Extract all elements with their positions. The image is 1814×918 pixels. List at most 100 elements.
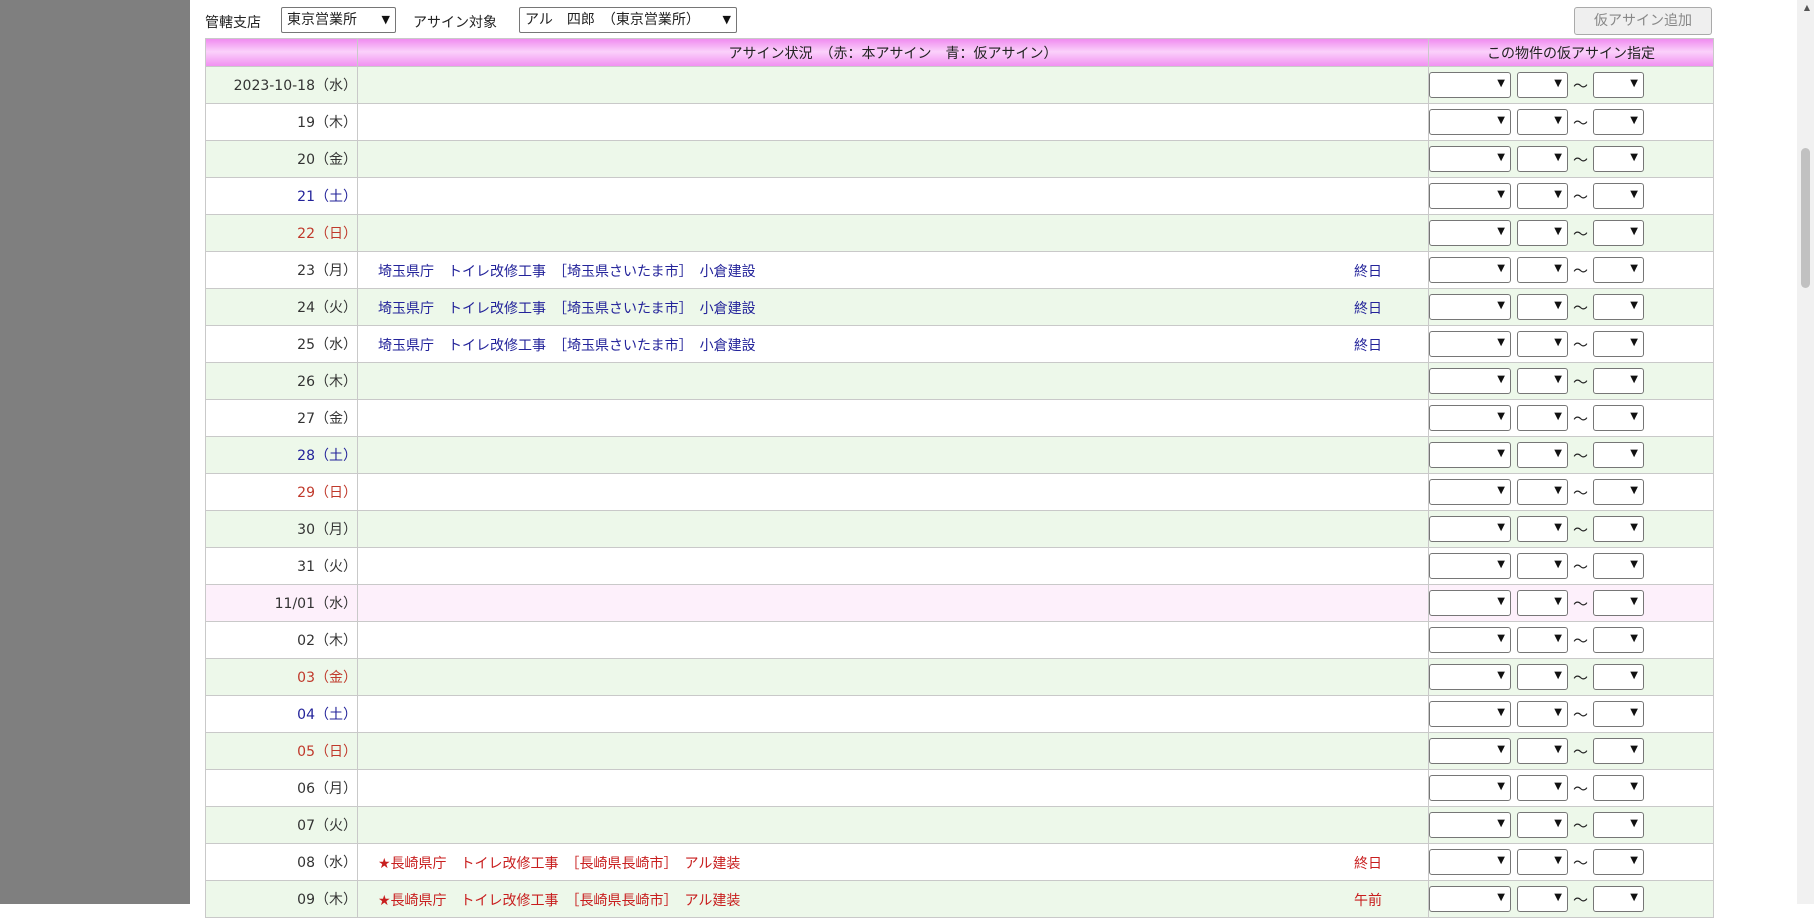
- end-time-select[interactable]: ▼: [1593, 72, 1644, 98]
- end-time-select[interactable]: ▼: [1593, 627, 1644, 653]
- end-time-select[interactable]: ▼: [1593, 479, 1644, 505]
- date-select[interactable]: ▼: [1429, 331, 1511, 357]
- provisional-assign-picker: ▼ ▼ ～ ▼: [1428, 399, 1714, 437]
- date-select[interactable]: ▼: [1429, 220, 1511, 246]
- start-time-select[interactable]: ▼: [1517, 738, 1568, 764]
- end-time-select[interactable]: ▼: [1593, 220, 1644, 246]
- assign-status-cell: [357, 399, 1429, 437]
- date-select[interactable]: ▼: [1429, 664, 1511, 690]
- date-select[interactable]: ▼: [1429, 627, 1511, 653]
- date-select[interactable]: ▼: [1429, 405, 1511, 431]
- range-tilde: ～: [1572, 224, 1588, 243]
- table-row: 27（金） ▼ ▼ ～ ▼: [205, 399, 1714, 437]
- date-select[interactable]: ▼: [1429, 109, 1511, 135]
- end-time-select[interactable]: ▼: [1593, 701, 1644, 727]
- date-select[interactable]: ▼: [1429, 183, 1511, 209]
- date-select[interactable]: ▼: [1429, 442, 1511, 468]
- start-time-select[interactable]: ▼: [1517, 627, 1568, 653]
- date-select[interactable]: ▼: [1429, 886, 1511, 912]
- chevron-down-icon: ▼: [1554, 522, 1562, 533]
- table-row: 2023-10-18（水） ▼ ▼ ～ ▼: [205, 66, 1714, 104]
- start-time-select[interactable]: ▼: [1517, 590, 1568, 616]
- end-time-select[interactable]: ▼: [1593, 812, 1644, 838]
- chevron-down-icon: ▼: [1630, 300, 1638, 311]
- chevron-down-icon: ▼: [1554, 855, 1562, 866]
- start-time-select[interactable]: ▼: [1517, 701, 1568, 727]
- start-time-select[interactable]: ▼: [1517, 294, 1568, 320]
- vertical-scrollbar[interactable]: ▲: [1797, 0, 1814, 904]
- end-time-select[interactable]: ▼: [1593, 849, 1644, 875]
- end-time-select[interactable]: ▼: [1593, 738, 1644, 764]
- start-time-select[interactable]: ▼: [1517, 146, 1568, 172]
- start-time-select[interactable]: ▼: [1517, 257, 1568, 283]
- date-select[interactable]: ▼: [1429, 294, 1511, 320]
- end-time-select[interactable]: ▼: [1593, 886, 1644, 912]
- date-cell: 02（木）: [205, 621, 358, 659]
- chevron-down-icon: ▼: [1554, 485, 1562, 496]
- start-time-select[interactable]: ▼: [1517, 109, 1568, 135]
- date-cell: 05（日）: [205, 732, 358, 770]
- end-time-select[interactable]: ▼: [1593, 516, 1644, 542]
- chevron-down-icon: ▼: [1630, 115, 1638, 126]
- date-select[interactable]: ▼: [1429, 775, 1511, 801]
- start-time-select[interactable]: ▼: [1517, 516, 1568, 542]
- start-time-select[interactable]: ▼: [1517, 849, 1568, 875]
- start-time-select[interactable]: ▼: [1517, 442, 1568, 468]
- target-select[interactable]: アル 四郎 （東京営業所） ▼: [519, 7, 737, 33]
- end-time-select[interactable]: ▼: [1593, 109, 1644, 135]
- start-time-select[interactable]: ▼: [1517, 183, 1568, 209]
- chevron-down-icon: ▼: [1497, 300, 1505, 311]
- branch-select[interactable]: 東京営業所 ▼: [281, 7, 396, 33]
- start-time-select[interactable]: ▼: [1517, 368, 1568, 394]
- date-select[interactable]: ▼: [1429, 590, 1511, 616]
- end-time-select[interactable]: ▼: [1593, 405, 1644, 431]
- end-time-select[interactable]: ▼: [1593, 183, 1644, 209]
- add-provisional-assign-button[interactable]: 仮アサイン追加: [1574, 7, 1712, 35]
- date-select[interactable]: ▼: [1429, 738, 1511, 764]
- date-select[interactable]: ▼: [1429, 368, 1511, 394]
- date-select[interactable]: ▼: [1429, 146, 1511, 172]
- start-time-select[interactable]: ▼: [1517, 812, 1568, 838]
- end-time-select[interactable]: ▼: [1593, 294, 1644, 320]
- scrollbar-thumb[interactable]: [1801, 148, 1810, 288]
- end-time-select[interactable]: ▼: [1593, 553, 1644, 579]
- assign-status-cell: [357, 103, 1429, 141]
- start-time-select[interactable]: ▼: [1517, 405, 1568, 431]
- date-cell: 08（水）: [205, 843, 358, 881]
- date-select[interactable]: ▼: [1429, 479, 1511, 505]
- date-select[interactable]: ▼: [1429, 812, 1511, 838]
- provisional-assign-picker: ▼ ▼ ～ ▼: [1428, 473, 1714, 511]
- date-select[interactable]: ▼: [1429, 849, 1511, 875]
- start-time-select[interactable]: ▼: [1517, 72, 1568, 98]
- assign-status-cell: [357, 769, 1429, 807]
- date-cell: 09（木）: [205, 880, 358, 918]
- end-time-select[interactable]: ▼: [1593, 664, 1644, 690]
- end-time-select[interactable]: ▼: [1593, 442, 1644, 468]
- end-time-select[interactable]: ▼: [1593, 590, 1644, 616]
- start-time-select[interactable]: ▼: [1517, 331, 1568, 357]
- date-cell: 2023-10-18（水）: [205, 66, 358, 104]
- assign-status-cell: [357, 66, 1429, 104]
- date-select[interactable]: ▼: [1429, 72, 1511, 98]
- end-time-select[interactable]: ▼: [1593, 331, 1644, 357]
- range-tilde: ～: [1572, 890, 1588, 909]
- start-time-select[interactable]: ▼: [1517, 553, 1568, 579]
- table-row: 21（土） ▼ ▼ ～ ▼: [205, 177, 1714, 215]
- end-time-select[interactable]: ▼: [1593, 775, 1644, 801]
- date-select[interactable]: ▼: [1429, 553, 1511, 579]
- start-time-select[interactable]: ▼: [1517, 479, 1568, 505]
- start-time-select[interactable]: ▼: [1517, 664, 1568, 690]
- end-time-select[interactable]: ▼: [1593, 368, 1644, 394]
- date-select[interactable]: ▼: [1429, 516, 1511, 542]
- start-time-select[interactable]: ▼: [1517, 886, 1568, 912]
- table-row: 11/01（水） ▼ ▼ ～ ▼: [205, 584, 1714, 622]
- end-time-select[interactable]: ▼: [1593, 257, 1644, 283]
- scroll-up-icon[interactable]: ▲: [1804, 3, 1810, 12]
- start-time-select[interactable]: ▼: [1517, 220, 1568, 246]
- start-time-select[interactable]: ▼: [1517, 775, 1568, 801]
- end-time-select[interactable]: ▼: [1593, 146, 1644, 172]
- target-label: アサイン対象: [413, 15, 497, 31]
- date-select[interactable]: ▼: [1429, 701, 1511, 727]
- date-select[interactable]: ▼: [1429, 257, 1511, 283]
- chevron-down-icon: ▼: [722, 13, 731, 26]
